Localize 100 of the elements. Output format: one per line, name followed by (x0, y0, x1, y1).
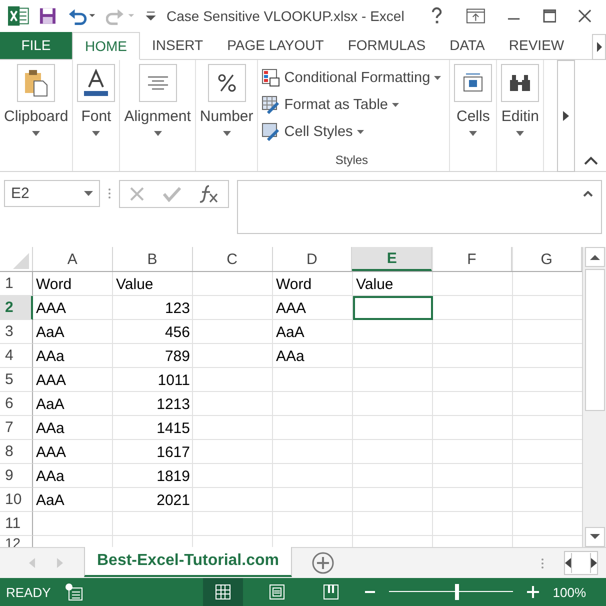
dropdown-arrow-icon (222, 131, 231, 136)
zoom-in-icon[interactable] (526, 586, 539, 598)
collapse-icon[interactable] (583, 190, 593, 197)
horizontal-scrollbar[interactable] (564, 551, 598, 576)
table-cell-text: AAa (35, 346, 66, 367)
table-cell-text: Value (115, 274, 154, 295)
ribbon-tab[interactable]: HOME (72, 32, 140, 60)
table-cell-text: AaA (35, 394, 66, 415)
column-header[interactable]: F (432, 247, 512, 272)
dropdown-arrow-icon (469, 131, 478, 136)
row-header[interactable]: 3 (0, 320, 33, 344)
cells-icon (463, 73, 484, 94)
ribbon-group-button[interactable]: Alignment (124, 64, 191, 140)
grip-icon (108, 188, 111, 199)
table-cell-text: AaA (275, 322, 306, 343)
scroll-right-icon[interactable] (563, 111, 569, 122)
undo-icon[interactable] (66, 6, 96, 25)
dropdown-arrow-icon (92, 131, 100, 136)
row-header[interactable]: 10 (0, 488, 33, 512)
dropdown-arrow-icon (32, 131, 40, 136)
vertical-scrollbar[interactable] (582, 247, 606, 548)
scroll-up-icon[interactable] (584, 247, 605, 268)
column-header[interactable]: A (32, 247, 113, 272)
cell-styles-icon (262, 122, 280, 141)
file-tab[interactable]: FILE (0, 32, 72, 60)
align-center-icon (146, 76, 169, 90)
ribbon-tab[interactable]: REVIEW (496, 32, 576, 60)
page-icon (268, 584, 285, 600)
add-sheet-icon[interactable] (312, 552, 334, 574)
ribbon-tab[interactable]: PAGE LAYOUT (215, 32, 336, 60)
column-header[interactable]: C (192, 247, 273, 272)
ribbon-tab[interactable]: FORMULAS (336, 32, 438, 60)
collapse-ribbon-icon[interactable] (584, 156, 598, 165)
styles-command[interactable]: Conditional Formatting (262, 64, 442, 92)
styles-command[interactable]: Format as Table (262, 91, 399, 118)
help-icon[interactable] (430, 6, 444, 25)
dropdown-arrow-icon (154, 131, 162, 136)
column-header[interactable]: E (352, 247, 432, 272)
table-cell-text: 123 (164, 298, 191, 319)
grid-icon (214, 584, 231, 600)
ribbon-display-icon[interactable] (466, 8, 486, 24)
table-cell-text: AAA (35, 442, 68, 463)
save-icon[interactable] (39, 6, 57, 25)
font-color-icon (83, 69, 110, 98)
row-header[interactable]: 4 (0, 344, 33, 368)
dropdown-arrow-icon (516, 131, 524, 136)
table-cell-text: Value (355, 274, 394, 295)
binoculars-icon (509, 74, 532, 92)
row-header[interactable]: 5 (0, 368, 33, 392)
formula-field[interactable] (237, 180, 602, 234)
table-cell-text: Word (35, 274, 73, 295)
table-cell-text: 456 (164, 322, 191, 343)
sheet-tab[interactable]: Best-Excel-Tutorial.com (84, 547, 292, 578)
table-cell-text: 1617 (156, 442, 191, 463)
macro-record-icon[interactable] (64, 583, 83, 602)
row-header[interactable]: 6 (0, 392, 33, 416)
table-cell-text: 789 (164, 346, 191, 367)
table-cell-text: AaA (35, 322, 66, 343)
table-cell-text: 2021 (156, 490, 191, 511)
group-label: Styles (335, 152, 368, 169)
ribbon-tab[interactable]: DATA (438, 32, 497, 60)
zoom-level[interactable]: 100% (552, 584, 586, 600)
customize-toolbar-icon[interactable] (144, 8, 156, 23)
row-header[interactable]: 11 (0, 512, 33, 536)
table-cell-text: Word (275, 274, 313, 295)
table-cell-text: 1819 (156, 466, 191, 487)
column-header[interactable]: B (112, 247, 193, 272)
ribbon-group-button[interactable]: Number (200, 64, 254, 140)
table-cell-text: AAa (275, 346, 306, 367)
scroll-down-icon[interactable] (584, 527, 605, 548)
row-header[interactable]: 7 (0, 416, 33, 440)
row-header[interactable]: 8 (0, 440, 33, 464)
scroll-left-icon[interactable] (565, 558, 571, 568)
dropdown-arrow-icon (356, 130, 364, 134)
table-cell-text: 1011 (156, 370, 191, 391)
table-cell-text: 1213 (156, 394, 191, 415)
maximize-icon[interactable] (542, 8, 556, 23)
format-table-icon (262, 96, 280, 114)
insert-function-icon[interactable] (199, 184, 219, 203)
scroll-thumb[interactable] (584, 269, 605, 412)
normal-view-button[interactable] (202, 578, 243, 606)
table-cell-text: AAA (275, 298, 308, 319)
grip-icon (541, 558, 544, 569)
scroll-right-icon[interactable] (592, 34, 606, 60)
active-cell[interactable] (353, 296, 433, 320)
checkmark-icon[interactable] (163, 186, 181, 202)
ribbon-tab[interactable]: INSERT (140, 32, 216, 60)
table-cell-text: AAA (35, 298, 68, 319)
conditional-formatting-icon (262, 68, 280, 87)
row-header[interactable]: 9 (0, 464, 33, 488)
ribbon-group-button[interactable]: Clipboard (4, 64, 68, 140)
close-icon[interactable] (578, 8, 592, 23)
name-box[interactable]: E2 (4, 180, 100, 207)
clipboard-icon (24, 69, 48, 98)
table-cell-text: AAa (35, 466, 66, 487)
percent-icon (216, 73, 237, 94)
scroll-right-icon[interactable] (591, 558, 597, 568)
styles-command[interactable]: Cell Styles (262, 118, 364, 146)
status-mode: READY (6, 584, 51, 600)
row-header[interactable]: 2 (0, 296, 33, 320)
